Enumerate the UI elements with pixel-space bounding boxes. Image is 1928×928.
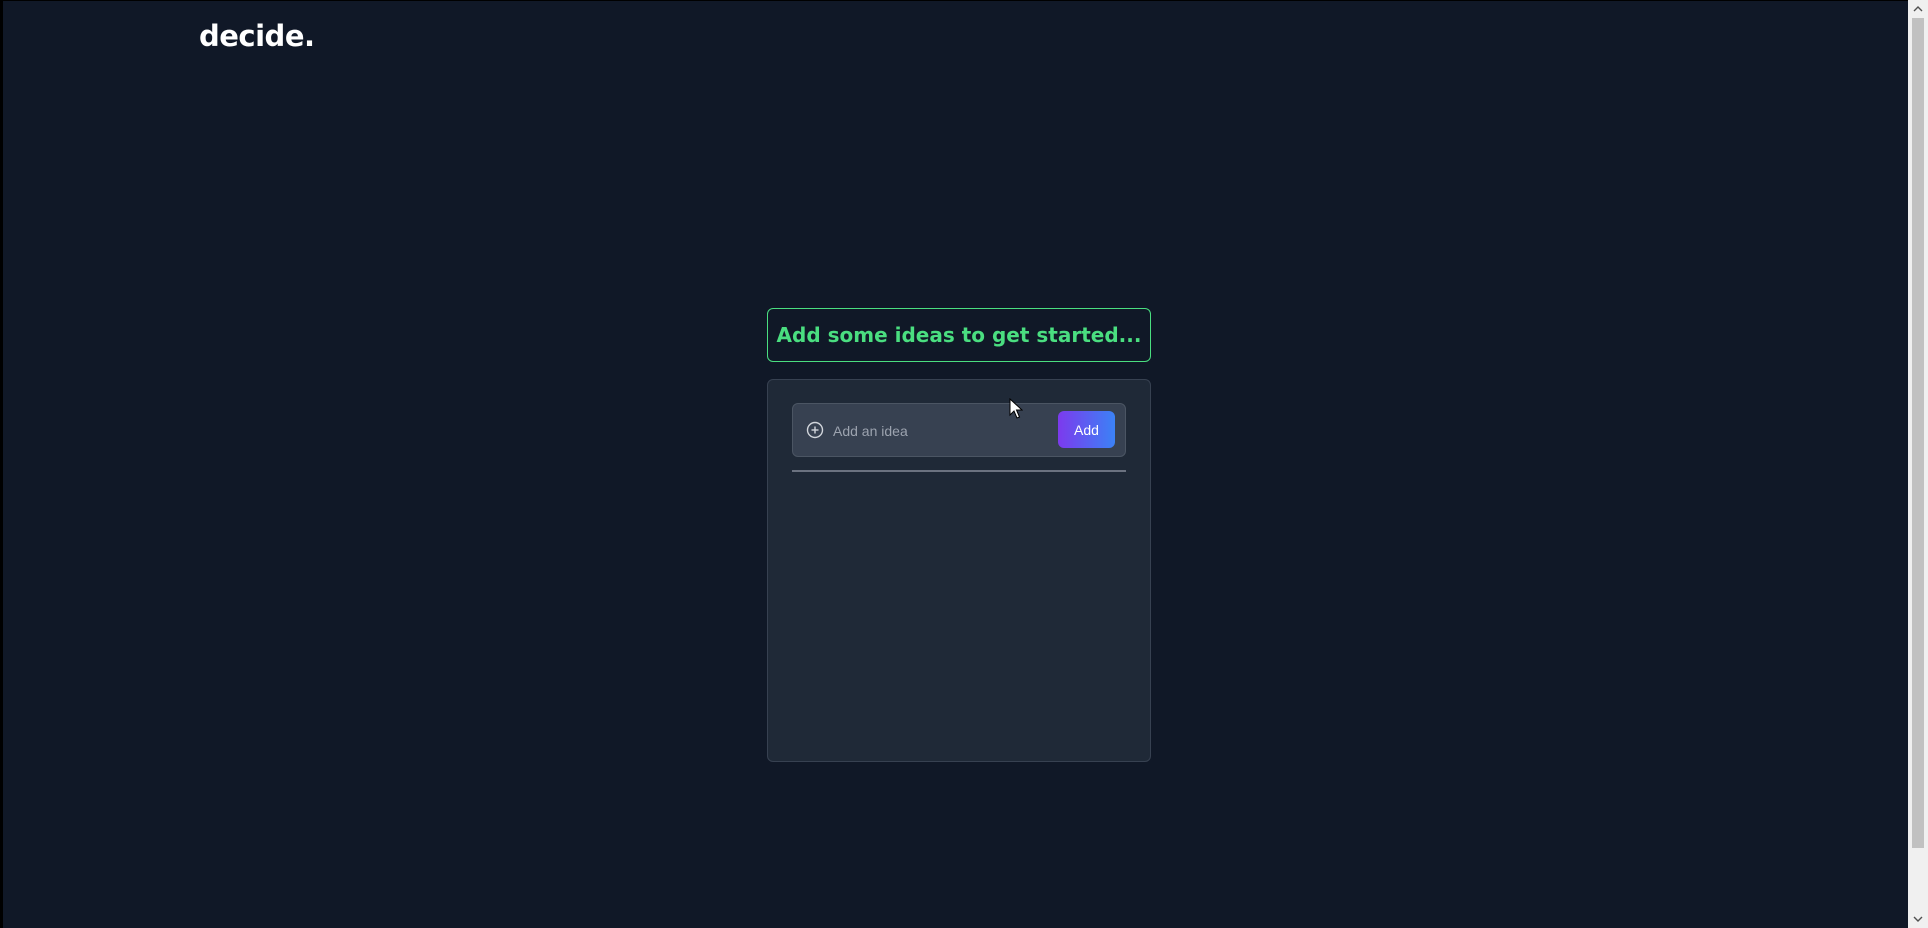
- scrollbar-thumb[interactable]: [1912, 18, 1924, 848]
- plus-circle-icon: [806, 421, 824, 439]
- app-page: decide. Add some ideas to get started...…: [0, 0, 1908, 928]
- mouse-cursor-icon: [1009, 398, 1023, 419]
- ideas-card: Add: [767, 379, 1151, 762]
- scroll-up-icon[interactable]: [1913, 4, 1923, 14]
- add-idea-button[interactable]: Add: [1058, 411, 1115, 448]
- app-logo: decide.: [199, 19, 315, 53]
- empty-state-banner: Add some ideas to get started...: [767, 308, 1151, 362]
- idea-input[interactable]: [833, 416, 1043, 446]
- add-idea-form: Add: [792, 403, 1126, 457]
- vertical-scrollbar[interactable]: [1908, 0, 1928, 928]
- empty-state-message: Add some ideas to get started...: [776, 323, 1142, 347]
- ideas-divider: [792, 470, 1126, 472]
- scroll-down-icon[interactable]: [1913, 914, 1923, 924]
